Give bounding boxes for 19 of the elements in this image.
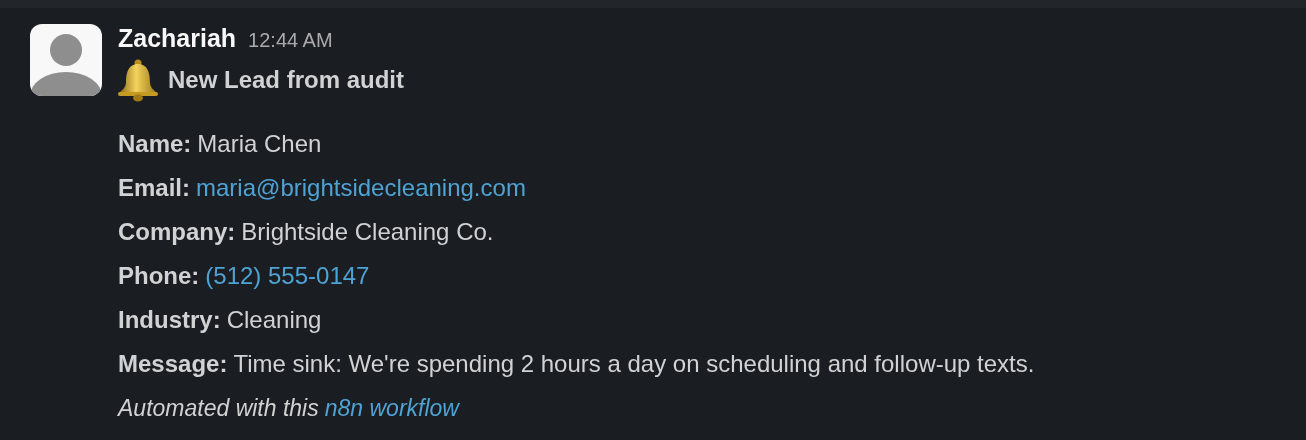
field-label: Name: (118, 130, 192, 158)
field-value: Maria Chen (197, 130, 322, 158)
field-link[interactable]: (512) 555-0147 (205, 262, 370, 290)
workflow-link[interactable]: n8n workflow (324, 394, 459, 422)
sender-name[interactable]: Zachariah (118, 24, 237, 53)
bell-icon (116, 58, 160, 102)
field-label: Company: (118, 218, 236, 246)
footer-text: Automated with this (118, 394, 319, 422)
field-value: Time sink: We're spending 2 hours a day on scheduling and follow-up texts. (233, 350, 1035, 378)
field-label: Message: (118, 350, 228, 378)
message-title: New Lead from audit (168, 66, 405, 94)
field-link[interactable]: maria@brightsidecleaning.com (196, 174, 526, 202)
field-label: Phone: (118, 262, 200, 290)
field-label: Industry: (118, 306, 221, 334)
timestamp[interactable]: 12:44 AM (248, 29, 333, 52)
avatar-icon[interactable] (30, 24, 102, 96)
field-value: Brightside Cleaning Co. (241, 218, 494, 246)
field-value: Cleaning (226, 306, 322, 334)
field-label: Email: (118, 174, 191, 202)
